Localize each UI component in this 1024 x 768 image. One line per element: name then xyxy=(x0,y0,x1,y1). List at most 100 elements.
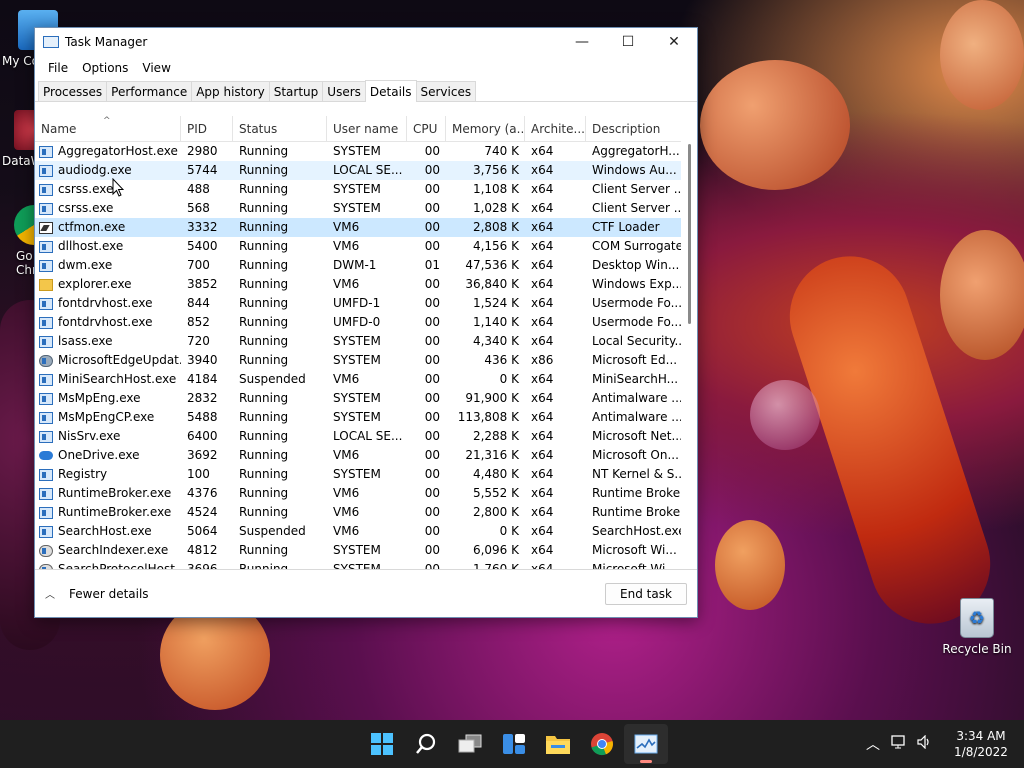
table-row[interactable]: lsass.exe 720 Running SYSTEM 00 4,340 K x64 Loc… xyxy=(35,332,697,351)
process-name-cell: explorer.exe xyxy=(35,275,181,294)
vertical-scrollbar[interactable] xyxy=(681,116,697,570)
column-header-memory[interactable]: Memory (a... xyxy=(446,116,525,142)
table-row[interactable]: RuntimeBroker.exe 4524 Running VM6 00 2,800 K… xyxy=(35,503,697,522)
process-pid: 5400 xyxy=(187,239,218,253)
process-pid: 844 xyxy=(187,296,210,310)
table-row[interactable]: MicrosoftEdgeUpdat... 3940 Running SYSTEM 00… xyxy=(35,351,697,370)
tab-processes[interactable]: Processes xyxy=(38,81,108,101)
app-icon xyxy=(39,506,53,519)
table-row[interactable]: AggregatorHost.exe 2980 Running SYSTEM 00 740… xyxy=(35,142,697,161)
clock[interactable]: 3:34 AM 1/8/2022 xyxy=(938,728,1024,760)
minimize-button[interactable]: — xyxy=(559,28,605,56)
process-description: MiniSearchH... xyxy=(592,372,679,386)
column-header-status[interactable]: Status xyxy=(233,116,327,142)
title-bar[interactable]: Task Manager — ☐ ✕ xyxy=(35,28,697,56)
table-row[interactable]: OneDrive.exe 3692 Running VM6 00 21,316 K x64 M… xyxy=(35,446,697,465)
table-row[interactable]: dllhost.exe 5400 Running VM6 00 4,156 K x64 COM… xyxy=(35,237,697,256)
fewer-details-button[interactable]: ︿ Fewer details xyxy=(45,586,149,602)
process-cpu: 00 xyxy=(424,334,440,348)
process-status: Running xyxy=(239,505,289,519)
process-name-cell: RuntimeBroker.exe xyxy=(35,503,181,522)
tab-details[interactable]: Details xyxy=(364,80,417,102)
column-header-user-name[interactable]: User name xyxy=(327,116,407,142)
maximize-button[interactable]: ☐ xyxy=(605,28,651,56)
app-icon xyxy=(39,183,53,196)
menu-options[interactable]: Options xyxy=(75,61,135,75)
task-manager-taskbar-button[interactable] xyxy=(624,724,668,764)
menu-view[interactable]: View xyxy=(135,61,177,75)
windows-start-icon xyxy=(371,733,393,755)
table-row[interactable]: MiniSearchHost.exe 4184 Suspended VM6 00 0 K x… xyxy=(35,370,697,389)
table-row[interactable]: MsMpEngCP.exe 5488 Running SYSTEM 00 113,808 … xyxy=(35,408,697,427)
table-row[interactable]: csrss.exe 488 Running SYSTEM 00 1,108 K x64 Cli… xyxy=(35,180,697,199)
chevron-up-icon[interactable]: ︿ xyxy=(860,734,886,754)
process-memory: 6,096 K xyxy=(472,543,519,557)
table-row[interactable]: NisSrv.exe 6400 Running LOCAL SE... 00 2,288 … xyxy=(35,427,697,446)
process-name-cell: audiodg.exe xyxy=(35,161,181,180)
tab-startup[interactable]: Startup xyxy=(268,81,324,101)
table-row[interactable]: MsMpEng.exe 2832 Running SYSTEM 00 91,900 K x6… xyxy=(35,389,697,408)
table-row[interactable]: dwm.exe 700 Running DWM-1 01 47,536 K x64 Deskt… xyxy=(35,256,697,275)
process-cpu: 00 xyxy=(424,372,440,386)
process-name: explorer.exe xyxy=(58,277,132,291)
column-header-architecture[interactable]: Archite... xyxy=(525,116,586,142)
table-row[interactable]: Registry 100 Running SYSTEM 00 4,480 K x64 NT K… xyxy=(35,465,697,484)
process-name-cell: OneDrive.exe xyxy=(35,446,181,465)
process-architecture: x64 xyxy=(531,334,554,348)
process-description: Windows Exp... xyxy=(592,277,683,291)
column-header-description[interactable]: Description xyxy=(586,116,683,142)
file-explorer-button[interactable] xyxy=(536,724,580,764)
process-architecture: x64 xyxy=(531,448,554,462)
chrome-button[interactable] xyxy=(580,724,624,764)
process-memory: 1,524 K xyxy=(472,296,519,310)
process-status: Running xyxy=(239,163,289,177)
desktop-icon-recycle-bin[interactable]: ♻ Recycle Bin xyxy=(942,598,1012,656)
task-view-button[interactable] xyxy=(448,724,492,764)
table-row[interactable]: fontdrvhost.exe 844 Running UMFD-1 00 1,524 K… xyxy=(35,294,697,313)
process-description: Antimalware ... xyxy=(592,391,683,405)
close-button[interactable]: ✕ xyxy=(651,28,697,56)
table-row[interactable]: SearchIndexer.exe 4812 Running SYSTEM 00 6,09… xyxy=(35,541,697,560)
process-cpu: 00 xyxy=(424,163,440,177)
tab-users[interactable]: Users xyxy=(322,81,366,101)
process-cpu: 00 xyxy=(424,182,440,196)
column-header-pid[interactable]: PID xyxy=(181,116,233,142)
process-name-cell: ctfmon.exe xyxy=(35,218,181,237)
table-row[interactable]: audiodg.exe 5744 Running LOCAL SE... 00 3,756… xyxy=(35,161,697,180)
end-task-button[interactable]: End task xyxy=(605,582,687,605)
menu-file[interactable]: File xyxy=(41,61,75,75)
tab-app-history[interactable]: App history xyxy=(191,81,270,101)
tab-performance[interactable]: Performance xyxy=(106,81,193,101)
process-memory: 436 K xyxy=(484,353,519,367)
tab-services[interactable]: Services xyxy=(415,81,477,101)
process-cpu: 00 xyxy=(424,144,440,158)
task-manager-icon xyxy=(43,36,59,48)
network-icon[interactable] xyxy=(886,735,912,753)
start-button[interactable] xyxy=(360,724,404,764)
table-row[interactable]: csrss.exe 568 Running SYSTEM 00 1,028 K x64 Cli… xyxy=(35,199,697,218)
widgets-button[interactable] xyxy=(492,724,536,764)
process-architecture: x64 xyxy=(531,277,554,291)
search-button[interactable] xyxy=(404,724,448,764)
table-row[interactable]: ctfmon.exe 3332 Running VM6 00 2,808 K x64 CTF … xyxy=(35,218,697,237)
table-row[interactable]: SearchHost.exe 5064 Suspended VM6 00 0 K x64 Se… xyxy=(35,522,697,541)
process-cpu: 01 xyxy=(424,258,440,272)
process-architecture: x64 xyxy=(531,391,554,405)
process-description: Microsoft Wi... xyxy=(592,543,677,557)
app-icon xyxy=(39,145,53,158)
column-header-cpu[interactable]: CPU xyxy=(407,116,446,142)
process-description: Usermode Fo... xyxy=(592,296,683,310)
process-description: CTF Loader xyxy=(592,220,660,234)
process-architecture: x64 xyxy=(531,467,554,481)
process-architecture: x64 xyxy=(531,182,554,196)
table-row[interactable]: explorer.exe 3852 Running VM6 00 36,840 K x64 W… xyxy=(35,275,697,294)
volume-icon[interactable] xyxy=(912,734,938,753)
scrollbar-thumb[interactable] xyxy=(688,144,691,324)
process-user: VM6 xyxy=(333,220,360,234)
process-status: Running xyxy=(239,391,289,405)
table-row[interactable]: fontdrvhost.exe 852 Running UMFD-0 00 1,140 K… xyxy=(35,313,697,332)
process-memory: 1,028 K xyxy=(472,201,519,215)
column-header-name[interactable]: ^ Name xyxy=(35,116,181,142)
table-row[interactable]: RuntimeBroker.exe 4376 Running VM6 00 5,552 K… xyxy=(35,484,697,503)
process-name: dllhost.exe xyxy=(58,239,124,253)
